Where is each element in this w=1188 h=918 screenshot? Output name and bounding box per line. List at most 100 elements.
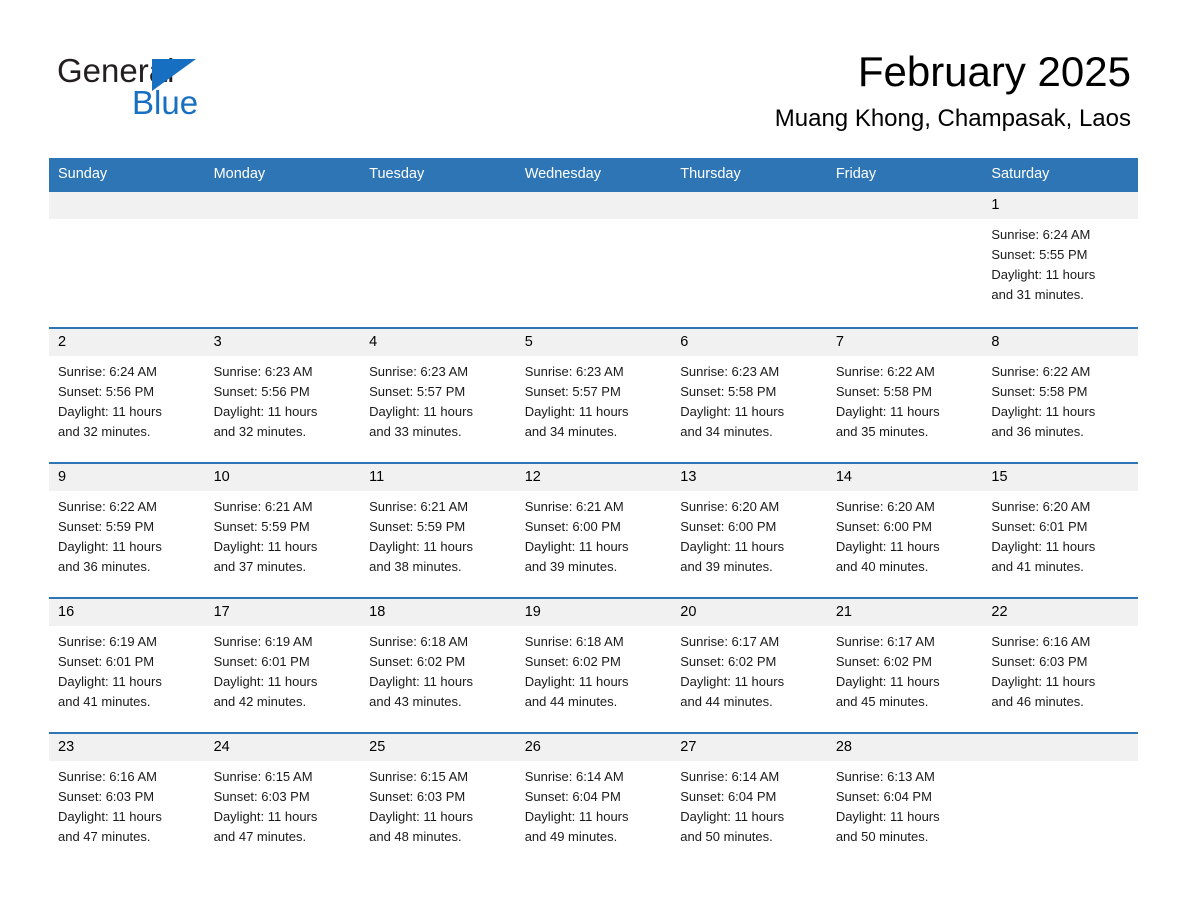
sunrise-text: Sunrise: 6:23 AM (680, 364, 780, 379)
day-sun-info: Sunrise: 6:21 AM Sunset: 5:59 PM Daylight:… (360, 491, 516, 577)
calendar-day-cell[interactable]: 26 Sunrise: 6:14 AM Sunset: 6:04 PM Dayligh… (515, 732, 672, 867)
calendar-day-cell[interactable]: 20 Sunrise: 6:17 AM Sunset: 6:02 PM Dayligh… (671, 597, 827, 733)
daylight-text-line1: Daylight: 11 hours (524, 404, 629, 419)
calendar-day-cell[interactable]: 28 Sunrise: 6:13 AM Sunset: 6:04 PM Dayligh… (826, 732, 983, 867)
day-cell-content (49, 192, 205, 327)
calendar-day-cell[interactable]: 18 Sunrise: 6:18 AM Sunset: 6:02 PM Dayligh… (360, 597, 516, 733)
sunrise-text: Sunrise: 6:19 AM (58, 634, 157, 649)
calendar-day-cell[interactable]: 8 Sunrise: 6:22 AM Sunset: 5:58 PM Daylight… (982, 327, 1138, 463)
sunrise-text: Sunrise: 6:19 AM (213, 634, 313, 649)
sunset-text: Sunset: 5:59 PM (369, 519, 466, 534)
calendar-empty-cell (515, 190, 672, 328)
sunset-text: Sunset: 5:59 PM (213, 519, 310, 534)
calendar-day-cell[interactable]: 7 Sunrise: 6:22 AM Sunset: 5:58 PM Daylight… (826, 327, 983, 463)
title-block: February 2025 Muang Khong, Champasak, La… (775, 46, 1131, 134)
day-number-band: 15 (982, 464, 1138, 491)
day-sun-info: Sunrise: 6:20 AM Sunset: 6:01 PM Daylight:… (982, 491, 1138, 577)
day-number-band: 2 (49, 329, 205, 356)
sunset-text: Sunset: 6:04 PM (835, 789, 932, 804)
day-number: 17 (213, 604, 230, 620)
weekday-header-friday: Friday (826, 158, 983, 191)
day-sun-info: Sunrise: 6:22 AM Sunset: 5:58 PM Daylight:… (982, 356, 1138, 442)
day-number-band: 8 (982, 329, 1138, 356)
calendar-day-cell[interactable]: 27 Sunrise: 6:14 AM Sunset: 6:04 PM Dayligh… (671, 732, 827, 867)
calendar-day-cell[interactable]: 2 Sunrise: 6:24 AM Sunset: 5:56 PM Daylight… (49, 327, 205, 463)
sunrise-text: Sunrise: 6:17 AM (680, 634, 780, 649)
sunset-text: Sunset: 6:02 PM (369, 654, 466, 669)
calendar-day-cell[interactable]: 12 Sunrise: 6:21 AM Sunset: 6:00 PM Dayligh… (515, 462, 672, 598)
weekday-header-tuesday: Tuesday (360, 158, 516, 191)
day-number-band: 26 (515, 734, 672, 761)
day-cell-content: 23 Sunrise: 6:16 AM Sunset: 6:03 PM Dayligh… (49, 734, 205, 867)
calendar-day-cell[interactable]: 1 Sunrise: 6:24 AM Sunset: 5:55 PM Daylight… (982, 190, 1138, 328)
calendar-body: 1 Sunrise: 6:24 AM Sunset: 5:55 PM Daylight… (49, 190, 1138, 867)
sunset-text: Sunset: 5:58 PM (680, 384, 777, 399)
day-number-band: 14 (826, 464, 983, 491)
day-cell-content: 27 Sunrise: 6:14 AM Sunset: 6:04 PM Dayligh… (671, 734, 827, 867)
sunrise-text: Sunrise: 6:21 AM (369, 499, 469, 514)
day-cell-content: 12 Sunrise: 6:21 AM Sunset: 6:00 PM Dayligh… (515, 464, 672, 597)
calendar-day-cell[interactable]: 15 Sunrise: 6:20 AM Sunset: 6:01 PM Dayligh… (982, 462, 1138, 598)
day-number-band (826, 192, 983, 219)
day-sun-info: Sunrise: 6:23 AM Sunset: 5:58 PM Daylight:… (671, 356, 827, 442)
day-number: 10 (213, 469, 230, 485)
day-cell-content: 20 Sunrise: 6:17 AM Sunset: 6:02 PM Dayligh… (671, 599, 827, 732)
day-number-band: 21 (826, 599, 983, 626)
daylight-text-line2: and 33 minutes. (369, 424, 462, 439)
sunrise-text: Sunrise: 6:22 AM (991, 364, 1091, 379)
day-sun-info: Sunrise: 6:24 AM Sunset: 5:55 PM Daylight:… (982, 219, 1138, 305)
daylight-text-line1: Daylight: 11 hours (524, 674, 629, 689)
day-number: 3 (213, 334, 222, 350)
calendar-day-cell[interactable]: 9 Sunrise: 6:22 AM Sunset: 5:59 PM Daylight… (49, 462, 205, 598)
calendar-day-cell[interactable]: 24 Sunrise: 6:15 AM Sunset: 6:03 PM Dayligh… (204, 732, 361, 867)
generalblue-logo[interactable]: General Blue (57, 52, 317, 124)
day-number: 7 (835, 334, 844, 350)
calendar-day-cell[interactable]: 17 Sunrise: 6:19 AM Sunset: 6:01 PM Dayligh… (204, 597, 361, 733)
day-cell-content: 28 Sunrise: 6:13 AM Sunset: 6:04 PM Dayligh… (826, 734, 983, 867)
sunset-text: Sunset: 5:56 PM (213, 384, 310, 399)
daylight-text-line1: Daylight: 11 hours (58, 539, 162, 554)
sunrise-text: Sunrise: 6:18 AM (524, 634, 624, 649)
daylight-text-line1: Daylight: 11 hours (58, 809, 162, 824)
day-number-band: 13 (671, 464, 827, 491)
day-sun-info: Sunrise: 6:14 AM Sunset: 6:04 PM Daylight:… (516, 761, 672, 847)
day-cell-content: 4 Sunrise: 6:23 AM Sunset: 5:57 PM Daylight… (360, 329, 516, 462)
calendar-day-cell[interactable]: 4 Sunrise: 6:23 AM Sunset: 5:57 PM Daylight… (360, 327, 516, 463)
calendar-day-cell[interactable]: 5 Sunrise: 6:23 AM Sunset: 5:57 PM Daylight… (515, 327, 672, 463)
calendar-day-cell[interactable]: 3 Sunrise: 6:23 AM Sunset: 5:56 PM Daylight… (204, 327, 361, 463)
calendar-day-cell[interactable]: 25 Sunrise: 6:15 AM Sunset: 6:03 PM Dayligh… (360, 732, 516, 867)
day-sun-info: Sunrise: 6:24 AM Sunset: 5:56 PM Daylight:… (49, 356, 205, 442)
calendar-day-cell[interactable]: 10 Sunrise: 6:21 AM Sunset: 5:59 PM Dayligh… (204, 462, 361, 598)
calendar-day-cell[interactable]: 19 Sunrise: 6:18 AM Sunset: 6:02 PM Dayligh… (515, 597, 672, 733)
day-number-band: 3 (204, 329, 361, 356)
day-number: 11 (369, 469, 385, 485)
day-number: 25 (369, 739, 386, 755)
daylight-text-line2: and 45 minutes. (835, 694, 929, 709)
sunset-text: Sunset: 6:03 PM (213, 789, 310, 804)
daylight-text-line1: Daylight: 11 hours (680, 539, 785, 554)
calendar-day-cell[interactable]: 23 Sunrise: 6:16 AM Sunset: 6:03 PM Dayligh… (49, 732, 205, 867)
day-number: 4 (369, 334, 378, 350)
day-sun-info: Sunrise: 6:15 AM Sunset: 6:03 PM Daylight:… (205, 761, 361, 847)
calendar-day-cell[interactable]: 6 Sunrise: 6:23 AM Sunset: 5:58 PM Daylight… (671, 327, 827, 463)
sunset-text: Sunset: 6:00 PM (680, 519, 777, 534)
calendar-page: General Blue February 2025 Muang Khong, … (0, 0, 1188, 918)
day-number: 6 (680, 334, 689, 350)
calendar-day-cell[interactable]: 11 Sunrise: 6:21 AM Sunset: 5:59 PM Dayligh… (360, 462, 516, 598)
sunset-text: Sunset: 6:04 PM (524, 789, 621, 804)
daylight-text-line1: Daylight: 11 hours (991, 267, 1096, 282)
day-number: 19 (524, 604, 541, 620)
sunrise-text: Sunrise: 6:24 AM (58, 364, 157, 379)
calendar-day-cell[interactable]: 14 Sunrise: 6:20 AM Sunset: 6:00 PM Dayligh… (826, 462, 983, 598)
day-number: 5 (524, 334, 533, 350)
daylight-text-line2: and 47 minutes. (58, 829, 151, 844)
calendar-day-cell[interactable]: 22 Sunrise: 6:16 AM Sunset: 6:03 PM Dayligh… (982, 597, 1138, 733)
day-cell-content: 14 Sunrise: 6:20 AM Sunset: 6:00 PM Dayligh… (826, 464, 983, 597)
calendar-day-cell[interactable]: 16 Sunrise: 6:19 AM Sunset: 6:01 PM Dayligh… (49, 597, 205, 733)
calendar-day-cell[interactable]: 13 Sunrise: 6:20 AM Sunset: 6:00 PM Dayligh… (671, 462, 827, 598)
weekday-header-sunday: Sunday (49, 158, 205, 191)
day-cell-content: 16 Sunrise: 6:19 AM Sunset: 6:01 PM Dayligh… (49, 599, 205, 732)
day-number: 12 (524, 469, 541, 485)
sunrise-text: Sunrise: 6:21 AM (524, 499, 624, 514)
calendar-day-cell[interactable]: 21 Sunrise: 6:17 AM Sunset: 6:02 PM Dayligh… (826, 597, 983, 733)
